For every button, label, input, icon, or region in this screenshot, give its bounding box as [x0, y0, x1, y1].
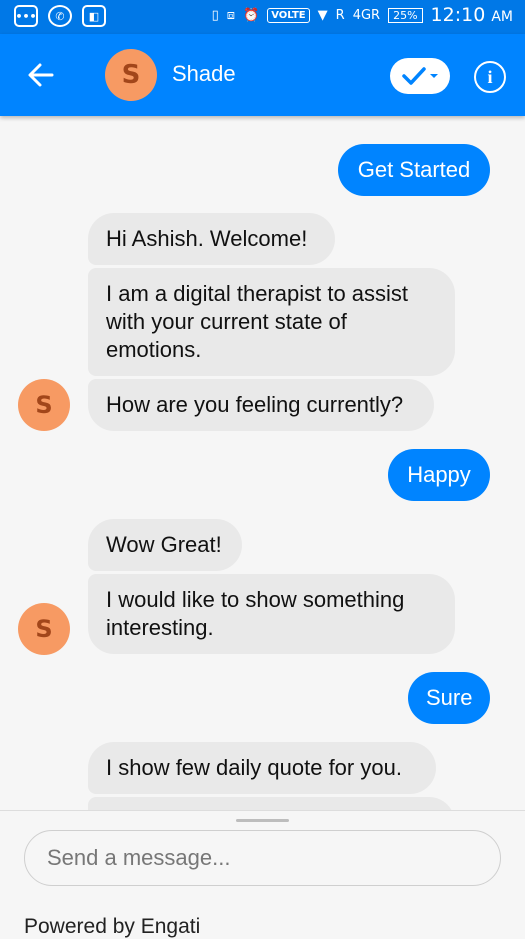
- check-icon: [402, 67, 426, 85]
- powered-by-label: Powered by Engati: [24, 915, 201, 938]
- bot-message: I show few daily quote for you.: [88, 742, 436, 794]
- clock: 12:10 AM: [431, 4, 513, 26]
- wifi-icon: ▼: [317, 7, 328, 23]
- back-button[interactable]: [24, 58, 58, 92]
- whatsapp-icon: ✆: [48, 5, 72, 27]
- back-arrow-icon: [28, 63, 54, 87]
- chat-title: Shade: [172, 61, 236, 86]
- signal-r-label: R: [335, 7, 345, 23]
- volte-badge: VOLTE: [267, 7, 310, 23]
- battery-indicator: 25%: [388, 7, 423, 23]
- user-message: Sure: [408, 672, 490, 724]
- bot-message: Wow Great!: [88, 519, 242, 571]
- user-message: Happy: [388, 449, 490, 501]
- bot-avatar: S: [105, 49, 157, 101]
- user-message: Get Started: [338, 144, 490, 196]
- alarm-icon: ⏰: [243, 7, 260, 23]
- clock-ampm: AM: [491, 9, 513, 25]
- app-notification-icon: ◧: [82, 5, 106, 27]
- clock-time: 12:10: [430, 4, 486, 26]
- check-dropdown-button[interactable]: [390, 58, 450, 94]
- bot-avatar: S: [18, 379, 70, 431]
- signal-4g-label: 4GR: [352, 7, 381, 23]
- chat-messages: Get Started Hi Ashish. Welcome! I am a d…: [0, 116, 525, 811]
- drag-handle[interactable]: [236, 819, 289, 822]
- bot-message: I am a digital therapist to assist with …: [88, 268, 455, 376]
- bot-message-partial: [88, 797, 455, 811]
- message-notification-icon: •••: [14, 5, 38, 27]
- info-icon: i: [487, 66, 493, 87]
- bot-message: I would like to show something interesti…: [88, 574, 455, 654]
- vibrate-icon: ⧈: [226, 7, 236, 23]
- chevron-down-icon: [430, 74, 438, 78]
- bot-message: How are you feeling currently?: [88, 379, 434, 431]
- composer: Powered by Engati: [0, 810, 525, 938]
- bot-avatar: S: [18, 603, 70, 655]
- info-button[interactable]: i: [474, 61, 506, 93]
- message-input[interactable]: [24, 830, 501, 886]
- bot-message: Hi Ashish. Welcome!: [88, 213, 335, 265]
- status-bar: ••• ✆ ◧ ▯ ⧈ ⏰ VOLTE ▼ R 4GR 25% 12:10 AM: [0, 0, 525, 34]
- phone-icon: ▯: [211, 7, 219, 23]
- chat-header: S Shade i: [0, 34, 525, 116]
